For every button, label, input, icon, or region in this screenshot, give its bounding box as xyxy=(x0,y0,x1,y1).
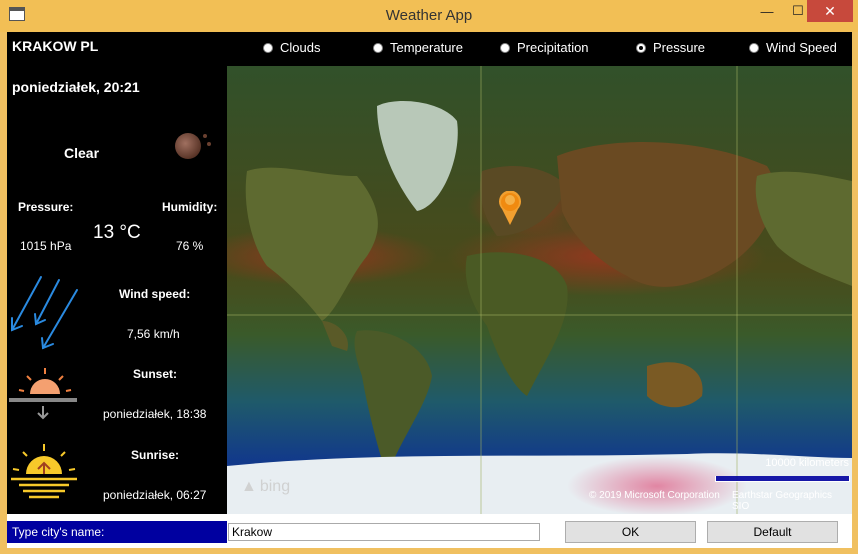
bing-logo: ▲ bing xyxy=(241,478,290,496)
radio-label: Precipitation xyxy=(517,40,589,55)
window-title: Weather App xyxy=(385,7,473,24)
sunrise-label: Sunrise: xyxy=(131,448,180,462)
wind-label: Wind speed: xyxy=(119,287,191,301)
radio-wind-speed[interactable]: Wind Speed xyxy=(749,40,837,55)
radio-pressure[interactable]: Pressure xyxy=(636,40,705,55)
pressure-label: Pressure: xyxy=(18,200,74,214)
radio-clouds[interactable]: Clouds xyxy=(263,40,320,55)
sunset-value: poniedziałek, 18:38 xyxy=(103,407,207,421)
radio-dot[interactable] xyxy=(749,42,759,53)
title-bar: Weather App — ☐ ✕ xyxy=(0,0,858,32)
moon-icon xyxy=(175,133,201,159)
sunrise-value: poniedziałek, 06:27 xyxy=(103,488,207,502)
city-input-label: Type city's name: xyxy=(7,521,227,543)
humidity-value: 76 % xyxy=(176,239,204,253)
map-copyright-2: Earthstar Geographics SIO xyxy=(732,490,833,512)
sunset-icon xyxy=(9,368,77,420)
stars-icon xyxy=(203,134,211,146)
radio-precipitation[interactable]: Precipitation xyxy=(500,40,589,55)
condition-text: Clear xyxy=(64,145,100,161)
location-pin-icon[interactable] xyxy=(498,191,522,225)
radio-temperature[interactable]: Temperature xyxy=(373,40,463,55)
default-button[interactable]: Default xyxy=(707,521,838,543)
radio-label: Clouds xyxy=(280,40,321,55)
ok-button[interactable]: OK xyxy=(565,521,696,543)
search-bar: Type city's name: OK Default xyxy=(7,514,852,548)
temperature-value: 13 °C xyxy=(93,222,141,243)
scale-bar xyxy=(715,476,850,482)
sunrise-icon xyxy=(11,444,77,499)
wind-value: 7,56 km/h xyxy=(127,327,180,341)
sunset-label: Sunset: xyxy=(133,367,178,381)
city-input[interactable] xyxy=(228,523,540,541)
scale-label: 10000 kilometers xyxy=(765,457,849,469)
map-image xyxy=(227,66,852,514)
radio-dot[interactable] xyxy=(263,42,273,53)
map-copyright: © 2019 Microsoft Corporation xyxy=(589,490,720,501)
pressure-value: 1015 hPa xyxy=(20,239,72,253)
radio-dot[interactable] xyxy=(636,42,646,53)
bing-text: bing xyxy=(259,478,291,495)
minimize-button[interactable]: — xyxy=(752,0,782,22)
radio-label: Pressure xyxy=(653,40,706,55)
city-name: KRAKOW PL xyxy=(12,38,99,54)
weather-panel: KRAKOW PL poniedziałek, 20:21 Clear Pres… xyxy=(7,32,227,518)
humidity-label: Humidity: xyxy=(162,200,218,214)
bing-icon: ▲ xyxy=(241,478,257,495)
close-button[interactable]: ✕ xyxy=(807,0,853,22)
current-datetime: poniedziałek, 20:21 xyxy=(12,79,140,95)
radio-label: Temperature xyxy=(390,40,463,55)
radio-label: Wind Speed xyxy=(766,40,837,55)
layer-selector: Clouds Temperature Precipitation Pressur… xyxy=(227,32,852,66)
world-map[interactable]: ▲ bing 10000 kilometers © 2019 Microsoft… xyxy=(227,66,852,514)
radio-dot[interactable] xyxy=(373,42,383,53)
client-area: KRAKOW PL poniedziałek, 20:21 Clear Pres… xyxy=(7,32,852,548)
wind-arrows-icon xyxy=(11,276,78,350)
radio-dot[interactable] xyxy=(500,42,510,53)
